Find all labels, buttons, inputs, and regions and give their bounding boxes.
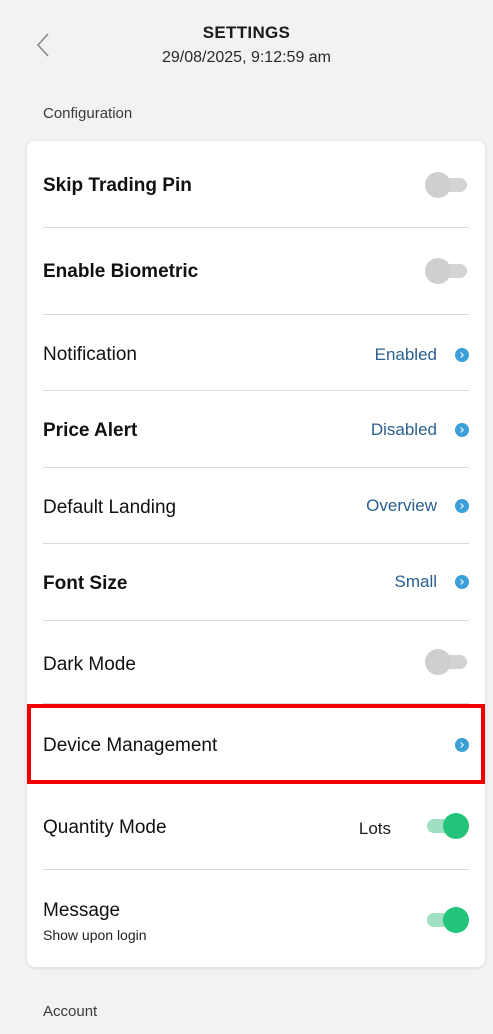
setting-row-enable-biometric[interactable]: Enable Biometric xyxy=(43,228,469,315)
setting-row-default-landing[interactable]: Default Landing Overview xyxy=(43,468,469,544)
setting-label: Dark Mode xyxy=(43,654,136,675)
toggle-knob xyxy=(443,907,469,933)
configuration-card: Skip Trading Pin Enable Biometric Notifi… xyxy=(27,141,485,967)
setting-row-font-size[interactable]: Font Size Small xyxy=(43,544,469,621)
toggle-knob xyxy=(425,172,451,198)
setting-sublabel: Show upon login xyxy=(43,927,147,943)
chevron-right-icon xyxy=(455,499,469,513)
setting-row-price-alert[interactable]: Price Alert Disabled xyxy=(43,391,469,468)
setting-label: Price Alert xyxy=(43,420,138,441)
page-title: SETTINGS xyxy=(202,23,291,42)
toggle-knob xyxy=(443,813,469,839)
section-label-account: Account xyxy=(43,1003,98,1020)
quantity-mode-toggle[interactable] xyxy=(425,813,469,839)
setting-value: Enabled xyxy=(374,345,437,364)
setting-label: Default Landing xyxy=(43,497,177,518)
setting-value: Disabled xyxy=(370,420,437,439)
enable-biometric-toggle[interactable] xyxy=(425,258,469,284)
setting-row-message[interactable]: Message Show upon login xyxy=(43,870,469,967)
message-toggle[interactable] xyxy=(425,907,469,933)
setting-label: Font Size xyxy=(43,573,128,594)
chevron-right-icon xyxy=(455,575,469,589)
toggle-knob xyxy=(425,258,451,284)
header: SETTINGS 29/08/2025, 9:12:59 am xyxy=(0,0,493,80)
skip-trading-pin-toggle[interactable] xyxy=(425,172,469,198)
setting-row-dark-mode[interactable]: Dark Mode xyxy=(43,621,469,704)
toggle-knob xyxy=(425,649,451,675)
setting-row-quantity-mode[interactable]: Quantity Mode Lots xyxy=(43,784,469,870)
setting-label: Enable Biometric xyxy=(43,261,199,282)
dark-mode-toggle[interactable] xyxy=(425,649,469,675)
setting-value: Lots xyxy=(358,819,391,838)
setting-value: Overview xyxy=(366,496,437,515)
chevron-right-icon xyxy=(455,423,469,437)
setting-row-skip-trading-pin[interactable]: Skip Trading Pin xyxy=(43,141,469,228)
highlight-box xyxy=(27,704,485,784)
setting-label: Quantity Mode xyxy=(43,817,167,838)
chevron-right-icon xyxy=(455,348,469,362)
setting-value: Small xyxy=(394,572,437,591)
section-label-configuration: Configuration xyxy=(43,105,133,122)
page-datetime: 29/08/2025, 9:12:59 am xyxy=(161,49,332,66)
setting-label: Message xyxy=(43,900,121,921)
setting-label: Notification xyxy=(43,344,137,365)
setting-label: Skip Trading Pin xyxy=(43,175,192,196)
setting-row-notification[interactable]: Notification Enabled xyxy=(43,315,469,391)
